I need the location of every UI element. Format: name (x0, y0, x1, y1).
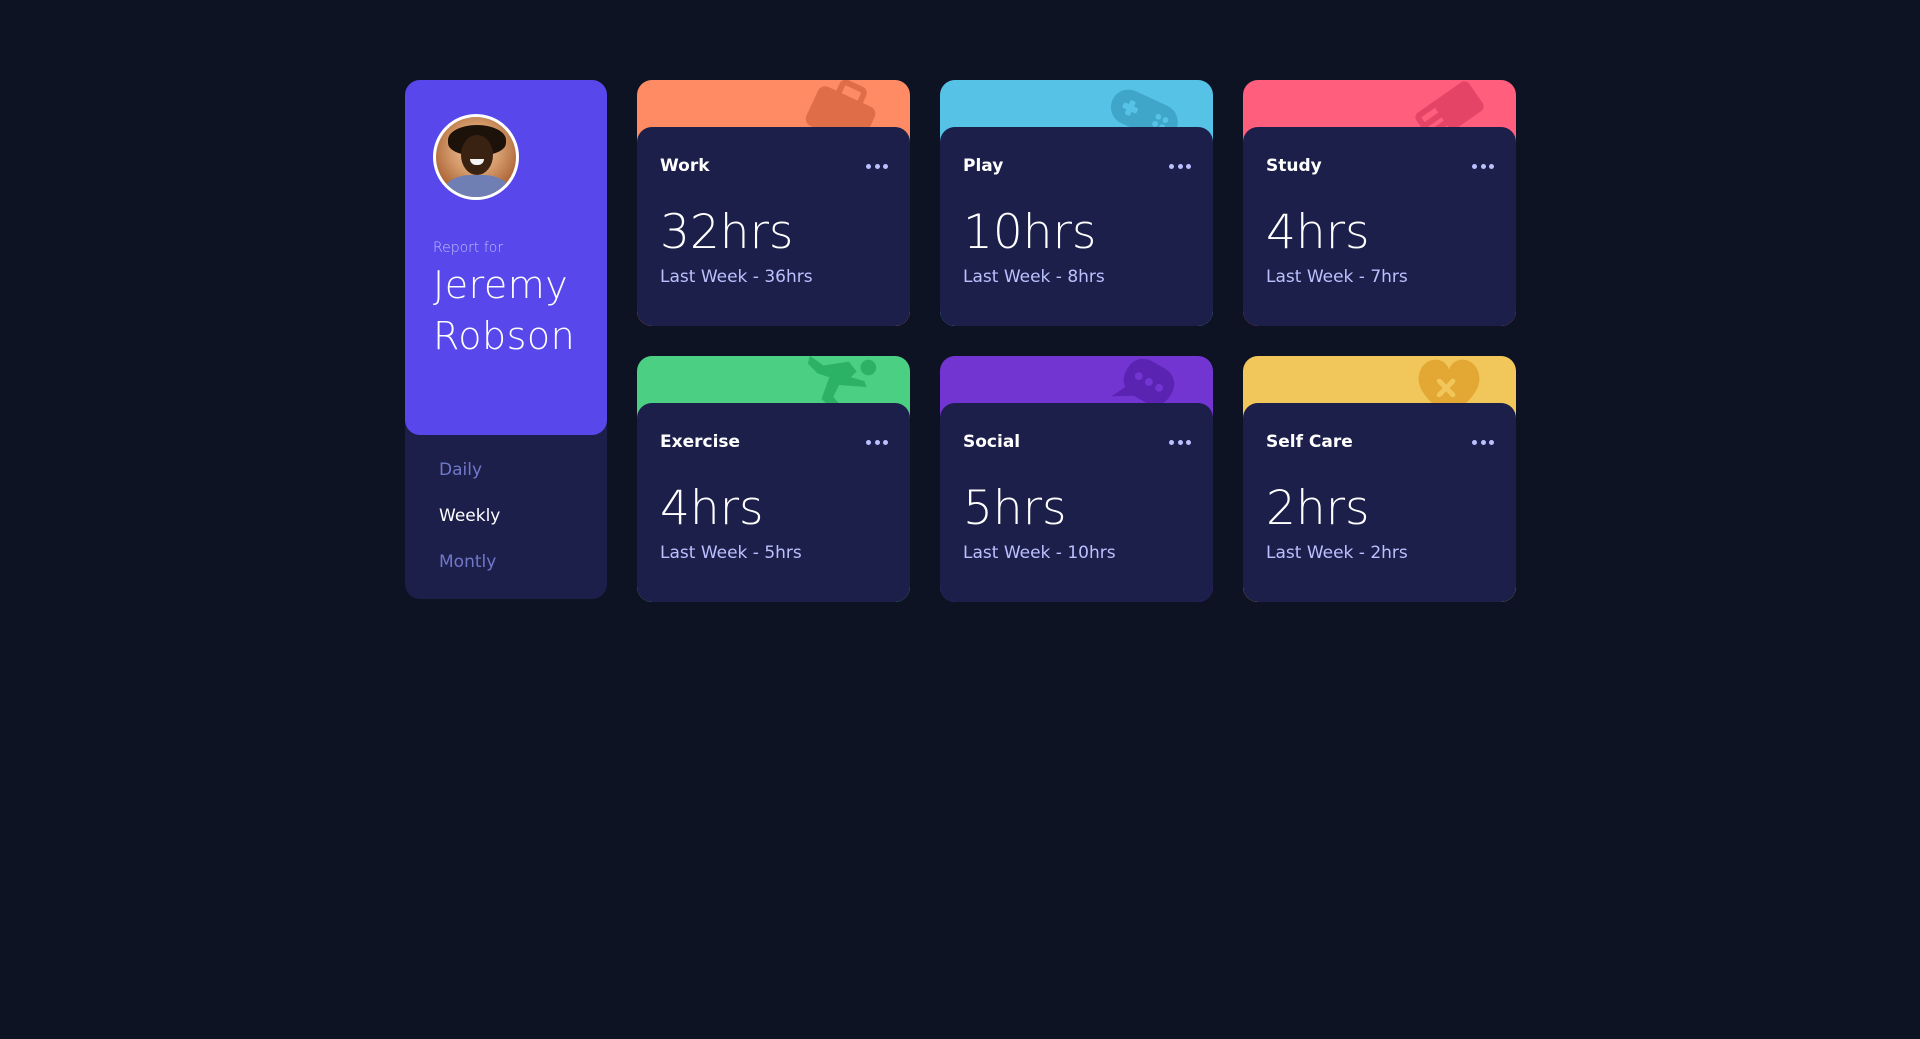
activity-title: Play (963, 156, 1004, 176)
previous-hours: Last Week - 5hrs (660, 543, 802, 563)
period-monthly[interactable]: Montly (439, 551, 607, 597)
activity-title: Work (660, 156, 710, 176)
activity-panel[interactable]: Work 32hrs Last Week - 36hrs (637, 127, 910, 326)
previous-hours: Last Week - 36hrs (660, 267, 813, 287)
previous-hours: Last Week - 7hrs (1266, 267, 1408, 287)
activity-title: Social (963, 432, 1021, 452)
more-options-icon[interactable] (866, 437, 888, 447)
activity-card-self-care: Self Care 2hrs Last Week - 2hrs (1243, 356, 1516, 602)
avatar (433, 114, 519, 200)
current-hours: 32hrs (660, 205, 794, 260)
user-last-name: Robson (433, 314, 576, 358)
activity-panel[interactable]: Study 4hrs Last Week - 7hrs (1243, 127, 1516, 326)
report-for-label: Report for (433, 240, 504, 256)
more-options-icon[interactable] (1169, 161, 1191, 171)
user-name: Jeremy Robson (433, 260, 579, 362)
activity-title: Exercise (660, 432, 741, 452)
period-selector: Daily Weekly Montly (405, 435, 607, 597)
previous-hours: Last Week - 10hrs (963, 543, 1116, 563)
more-options-icon[interactable] (1472, 161, 1494, 171)
current-hours: 5hrs (963, 481, 1067, 536)
activity-panel[interactable]: Social 5hrs Last Week - 10hrs (940, 403, 1213, 602)
period-daily[interactable]: Daily (439, 459, 607, 505)
period-weekly[interactable]: Weekly (439, 505, 607, 551)
activity-title: Self Care (1266, 432, 1353, 452)
previous-hours: Last Week - 8hrs (963, 267, 1105, 287)
activity-card-exercise: Exercise 4hrs Last Week - 5hrs (637, 356, 910, 602)
current-hours: 2hrs (1266, 481, 1370, 536)
activity-card-social: Social 5hrs Last Week - 10hrs (940, 356, 1213, 602)
more-options-icon[interactable] (866, 161, 888, 171)
time-tracking-dashboard: Report for Jeremy Robson Daily Weekly Mo… (405, 80, 1516, 602)
activity-panel[interactable]: Play 10hrs Last Week - 8hrs (940, 127, 1213, 326)
current-hours: 4hrs (660, 481, 764, 536)
profile-card: Report for Jeremy Robson Daily Weekly Mo… (405, 80, 607, 599)
profile-header: Report for Jeremy Robson (405, 80, 607, 435)
previous-hours: Last Week - 2hrs (1266, 543, 1408, 563)
activity-card-study: Study 4hrs Last Week - 7hrs (1243, 80, 1516, 326)
more-options-icon[interactable] (1472, 437, 1494, 447)
current-hours: 4hrs (1266, 205, 1370, 260)
activity-title: Study (1266, 156, 1322, 176)
activity-grid: Work 32hrs Last Week - 36hrs Play 10hrs … (637, 80, 1516, 602)
user-first-name: Jeremy (433, 263, 569, 307)
activity-card-play: Play 10hrs Last Week - 8hrs (940, 80, 1213, 326)
activity-panel[interactable]: Exercise 4hrs Last Week - 5hrs (637, 403, 910, 602)
current-hours: 10hrs (963, 205, 1097, 260)
activity-panel[interactable]: Self Care 2hrs Last Week - 2hrs (1243, 403, 1516, 602)
activity-card-work: Work 32hrs Last Week - 36hrs (637, 80, 910, 326)
more-options-icon[interactable] (1169, 437, 1191, 447)
